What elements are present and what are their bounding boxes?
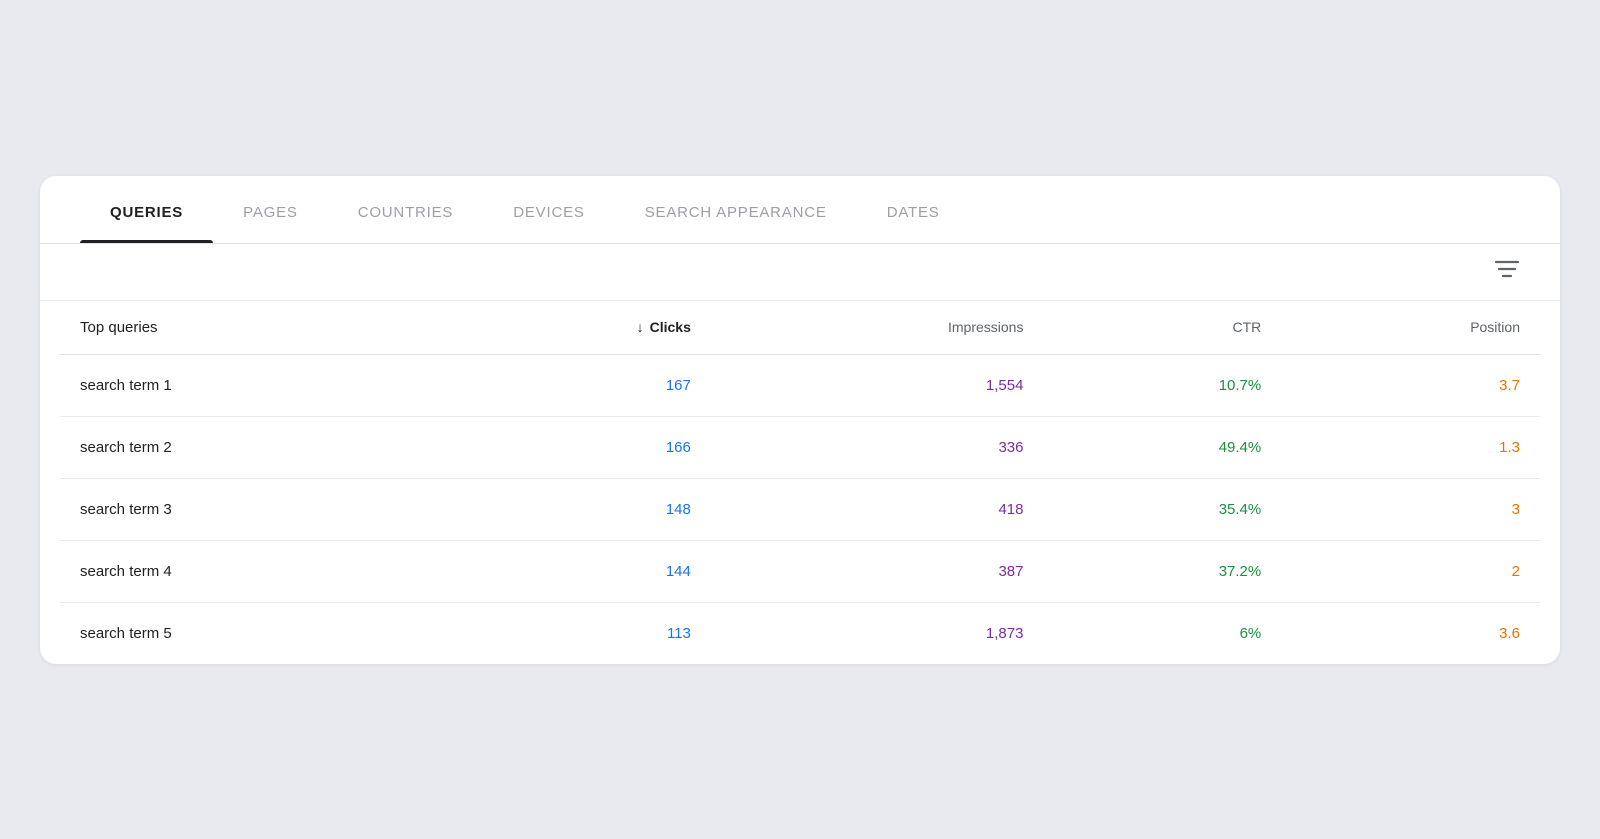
cell-position: 2 [1281,540,1540,602]
main-card: QUERIES PAGES COUNTRIES DEVICES SEARCH A… [40,176,1560,664]
table-header-row: Top queries ↓Clicks Impressions CTR Posi… [60,301,1540,355]
cell-query: search term 5 [60,602,439,664]
col-header-position: Position [1281,301,1540,355]
table-row: search term 314841835.4%3 [60,478,1540,540]
filter-icon[interactable] [1494,258,1520,286]
cell-ctr: 35.4% [1043,478,1281,540]
table-row: search term 51131,8736%3.6 [60,602,1540,664]
cell-ctr: 37.2% [1043,540,1281,602]
cell-position: 3 [1281,478,1540,540]
cell-ctr: 6% [1043,602,1281,664]
cell-position: 3.7 [1281,354,1540,416]
col-header-clicks[interactable]: ↓Clicks [439,301,710,355]
cell-impressions: 387 [711,540,1044,602]
table-body: search term 11671,55410.7%3.7search term… [60,354,1540,664]
tab-dates[interactable]: DATES [857,176,970,243]
cell-query: search term 1 [60,354,439,416]
tab-devices[interactable]: DEVICES [483,176,614,243]
cell-impressions: 1,554 [711,354,1044,416]
tab-bar: QUERIES PAGES COUNTRIES DEVICES SEARCH A… [40,176,1560,244]
filter-bar [40,244,1560,301]
cell-ctr: 49.4% [1043,416,1281,478]
tab-search-appearance[interactable]: SEARCH APPEARANCE [615,176,857,243]
cell-clicks: 113 [439,602,710,664]
cell-impressions: 336 [711,416,1044,478]
table-row: search term 216633649.4%1.3 [60,416,1540,478]
tab-queries[interactable]: QUERIES [80,176,213,243]
cell-ctr: 10.7% [1043,354,1281,416]
cell-query: search term 4 [60,540,439,602]
table-row: search term 11671,55410.7%3.7 [60,354,1540,416]
sort-down-icon: ↓ [637,319,644,335]
cell-clicks: 148 [439,478,710,540]
cell-clicks: 144 [439,540,710,602]
queries-table: Top queries ↓Clicks Impressions CTR Posi… [60,301,1540,664]
cell-clicks: 166 [439,416,710,478]
tab-countries[interactable]: COUNTRIES [328,176,484,243]
cell-impressions: 418 [711,478,1044,540]
cell-position: 3.6 [1281,602,1540,664]
data-table-wrapper: Top queries ↓Clicks Impressions CTR Posi… [40,301,1560,664]
col-header-query: Top queries [60,301,439,355]
col-header-impressions: Impressions [711,301,1044,355]
tab-pages[interactable]: PAGES [213,176,328,243]
cell-impressions: 1,873 [711,602,1044,664]
cell-query: search term 3 [60,478,439,540]
cell-clicks: 167 [439,354,710,416]
col-header-ctr: CTR [1043,301,1281,355]
table-row: search term 414438737.2%2 [60,540,1540,602]
cell-query: search term 2 [60,416,439,478]
cell-position: 1.3 [1281,416,1540,478]
